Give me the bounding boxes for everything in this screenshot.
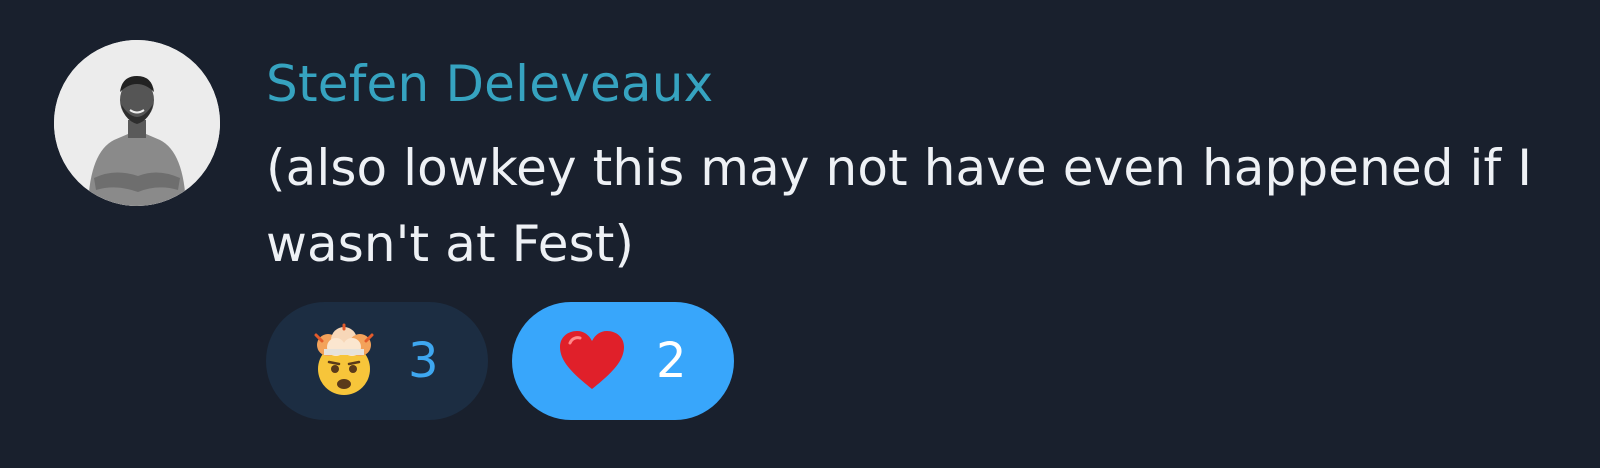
exploding-head-icon	[314, 323, 374, 395]
reaction-heart[interactable]: 2	[512, 302, 734, 420]
reaction-exploding-head[interactable]: 3	[266, 302, 488, 420]
reaction-count: 3	[408, 333, 439, 389]
reaction-count: 2	[656, 333, 687, 389]
avatar[interactable]	[54, 40, 220, 206]
avatar-image	[54, 40, 220, 206]
chat-message: Stefen Deleveaux (also lowkey this may n…	[0, 0, 1600, 468]
reaction-bar: 3 2	[266, 302, 734, 420]
message-text: (also lowkey this may not have even happ…	[266, 139, 1533, 273]
heart-icon	[560, 331, 624, 389]
message-author[interactable]: Stefen Deleveaux	[266, 52, 713, 116]
